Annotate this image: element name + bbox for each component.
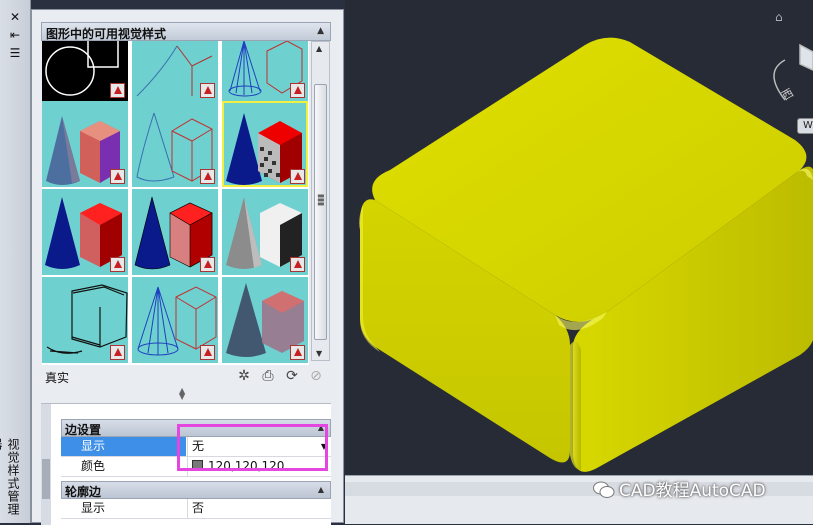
scroll-up-arrow-icon[interactable]: ▲ xyxy=(316,44,322,53)
current-style-name: 真实 xyxy=(45,371,70,385)
delete-style-icon[interactable]: ⊘ xyxy=(307,367,325,385)
category-title: 轮廓边 xyxy=(65,485,102,499)
autocad-badge-icon xyxy=(200,257,215,272)
wechat-icon xyxy=(593,481,615,498)
palette-side-strip: ✕ ⇤ ☰ 视觉样式管理器 xyxy=(0,0,31,523)
autocad-badge-icon xyxy=(290,257,305,272)
properties-icon[interactable]: ☰ xyxy=(7,46,23,60)
scroll-thumb[interactable] xyxy=(314,84,327,340)
autocad-badge-icon xyxy=(200,83,215,98)
style-thumb-sketchy[interactable] xyxy=(42,277,128,363)
autocad-badge-icon xyxy=(290,83,305,98)
home-icon[interactable]: ⌂ xyxy=(775,10,787,24)
property-row-edge-color[interactable]: 颜色 120,120,120 xyxy=(61,457,331,477)
panel-splitter-icon[interactable]: ▲ ▼ xyxy=(179,387,185,401)
scroll-down-arrow-icon[interactable]: ▼ xyxy=(316,349,322,358)
visual-styles-manager-panel: 图形中的可用视觉样式 ▲ ▲ ▬ ▬ ▬ ▼ 真实 ✲ ⎙ ⟳ ⊘ ▲ ▼ 边设… xyxy=(31,9,344,525)
visual-style-gallery xyxy=(42,41,309,365)
autocad-badge-icon xyxy=(290,169,305,184)
autocad-badge-icon xyxy=(110,83,125,98)
auto-hide-icon[interactable]: ⇤ xyxy=(7,28,23,42)
autocad-badge-icon xyxy=(200,169,215,184)
collapse-arrow-icon[interactable]: ▲ xyxy=(318,485,324,494)
style-thumb-hidden[interactable] xyxy=(132,101,218,187)
style-thumb-wireframe[interactable] xyxy=(132,277,218,363)
property-value-dropdown[interactable]: 无 ▼ xyxy=(187,437,331,456)
property-value: 无 xyxy=(192,439,205,453)
dropdown-arrow-icon[interactable]: ▼ xyxy=(321,437,327,456)
properties-grid: 边设置 ▲ 显示 无 ▼ 颜色 120,120,120 轮廓边 ▲ 显示 否 xyxy=(41,403,331,525)
scroll-grip-icon: ▬ ▬ ▬ xyxy=(317,191,325,208)
property-value-color[interactable]: 120,120,120 xyxy=(187,457,331,476)
drawing-viewport[interactable]: ⌂ 西 W xyxy=(345,0,813,475)
gallery-scrollbar[interactable]: ▲ ▬ ▬ ▬ ▼ xyxy=(311,41,330,361)
collapse-arrow-icon[interactable]: ▲ xyxy=(318,423,324,432)
property-row-silhouette-display[interactable]: 显示 否 xyxy=(61,499,331,519)
collapse-arrow-icon[interactable]: ▲ xyxy=(317,26,324,36)
export-toolpalette-icon[interactable]: ⟳ xyxy=(283,367,301,385)
property-label: 显示 xyxy=(81,501,106,515)
category-title: 边设置 xyxy=(65,423,102,437)
style-thumb-realistic[interactable] xyxy=(222,101,308,187)
gallery-footer: 真实 ✲ ⎙ ⟳ ⊘ xyxy=(41,365,331,387)
style-thumb-shaded-edges[interactable] xyxy=(132,189,218,275)
apply-to-viewport-icon[interactable]: ⎙ xyxy=(259,367,277,385)
style-thumb-conceptual[interactable] xyxy=(42,101,128,187)
property-value[interactable]: 否 xyxy=(187,499,331,518)
scroll-thumb[interactable] xyxy=(42,459,50,499)
autocad-badge-icon xyxy=(110,169,125,184)
property-row-edge-display[interactable]: 显示 无 ▼ xyxy=(61,437,331,457)
close-icon[interactable]: ✕ xyxy=(7,10,23,24)
style-thumb-x-ray[interactable] xyxy=(222,277,308,363)
autocad-badge-icon xyxy=(290,345,305,360)
property-label: 显示 xyxy=(61,437,186,456)
autocad-badge-icon xyxy=(200,345,215,360)
watermark-text: CAD教程AutoCAD xyxy=(619,481,766,501)
gallery-header[interactable]: 图形中的可用视觉样式 ▲ xyxy=(41,22,331,41)
property-value: 120,120,120 xyxy=(208,459,285,473)
create-style-icon[interactable]: ✲ xyxy=(235,367,253,385)
palette-title: 视觉样式管理器 xyxy=(0,438,20,516)
properties-scrollbar[interactable] xyxy=(41,404,51,525)
gallery-title: 图形中的可用视觉样式 xyxy=(46,27,167,41)
style-thumb-3d-wireframe[interactable] xyxy=(222,41,308,101)
bottom-bar: CAD教程AutoCAD xyxy=(345,475,813,524)
wcs-menu-button[interactable]: W xyxy=(797,118,813,134)
autocad-badge-icon xyxy=(110,345,125,360)
property-label: 颜色 xyxy=(81,459,106,473)
watermark: CAD教程AutoCAD xyxy=(593,476,766,501)
autocad-badge-icon xyxy=(110,257,125,272)
category-edge-settings[interactable]: 边设置 ▲ xyxy=(61,419,331,437)
color-swatch-icon xyxy=(192,460,203,471)
rounded-box-solid xyxy=(359,37,813,472)
category-silhouette-edges[interactable]: 轮廓边 ▲ xyxy=(61,481,331,499)
style-thumb-shades-of-gray[interactable] xyxy=(222,189,308,275)
style-thumb-2d-wireframe[interactable] xyxy=(42,41,128,101)
style-thumb-shaded[interactable] xyxy=(42,189,128,275)
style-thumb-conceptual-wire[interactable] xyxy=(132,41,218,101)
